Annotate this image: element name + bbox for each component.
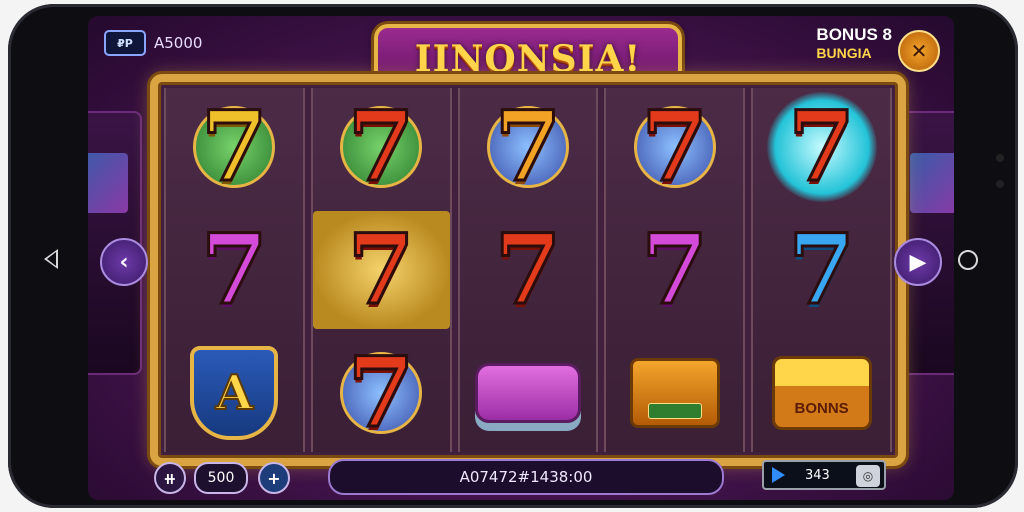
lucky-seven-symbol: 7 <box>493 213 563 326</box>
reel-cell <box>606 333 743 452</box>
side-sensor-dot <box>996 180 1004 188</box>
android-back-icon[interactable] <box>44 249 58 269</box>
lucky-seven-symbol: 7 <box>346 90 416 204</box>
lucky-seven-symbol: 7 <box>200 213 270 326</box>
reel-cell: BONNS <box>753 333 890 452</box>
side-sensor-dot <box>996 154 1004 162</box>
reel-5: 7 7 BONNS <box>751 88 892 452</box>
bonus-label: BONUS 8 BUNGIA <box>816 26 892 62</box>
wallet: ₽P A5000 <box>104 30 202 56</box>
bet-amount[interactable]: 500 <box>194 462 248 494</box>
letter-a-shield-symbol: A <box>190 345 279 440</box>
lucky-seven-symbol: 7 <box>787 213 857 326</box>
pillow-symbol <box>474 362 581 423</box>
reel-1: 77 A <box>164 88 305 452</box>
fruit-basket-symbol <box>629 357 720 428</box>
lucky-seven-symbol: 7 <box>346 213 416 326</box>
lucky-seven-symbol: 7 <box>346 335 416 449</box>
reel-cell: A <box>166 333 303 452</box>
plus-icon: + <box>267 468 281 488</box>
lucky-seven-symbol: 7 <box>640 90 710 204</box>
lucky-seven-symbol: 7 <box>200 90 270 204</box>
reel-cell: 7 <box>166 88 303 207</box>
crossed-tools-icon: ✕ <box>910 39 928 63</box>
reel-cell: 7 <box>460 88 597 207</box>
basket-label-decor <box>647 402 702 419</box>
prev-button[interactable]: ‹ <box>100 238 148 286</box>
reel-cell: 7 <box>606 211 743 330</box>
reel-frame: 7 7 A 7 7 7 7 7 7 7 7 7 BONNS <box>150 74 906 466</box>
bonus-line-2: BUNGIA <box>816 45 872 61</box>
reel-3: 77 <box>457 88 599 452</box>
sound-toggle-icon[interactable]: ◎ <box>856 465 880 487</box>
reel-cell: 7 <box>166 211 303 330</box>
reel-4: 77 <box>604 88 746 452</box>
lucky-seven-symbol: 7 <box>640 213 710 326</box>
next-button[interactable]: ▶ <box>894 238 942 286</box>
bonus-line-1: BONUS 8 <box>816 25 892 44</box>
reel-cell <box>460 333 597 452</box>
bet-settings-icon: ⧺ <box>163 468 177 488</box>
play-right-icon: ▶ <box>909 249 927 275</box>
reel-cell: 7 <box>753 211 890 330</box>
chevron-left-icon: ‹ <box>119 249 129 275</box>
lucky-seven-symbol: 7 <box>787 90 857 204</box>
reel-cell: 7 <box>312 210 450 330</box>
wallet-balance: A5000 <box>154 34 203 52</box>
reel-cell: 7 <box>313 88 450 207</box>
reel-cell: 7 <box>606 88 743 207</box>
game-screen: ₽P A5000 IINONSIA! BONUS 8 BUNGIA ✕ 77A7… <box>88 16 954 500</box>
reel-cell: 7 <box>460 211 597 330</box>
reels: 7 7 A 7 7 7 7 7 7 7 7 7 BONNS <box>164 88 892 452</box>
bonus-chest-symbol: BONNS <box>771 355 872 430</box>
reel-cell: 7 <box>313 333 450 452</box>
lucky-seven-symbol: 7 <box>493 90 563 204</box>
reel-2: 777 <box>310 88 452 452</box>
phone-frame: ₽P A5000 IINONSIA! BONUS 8 BUNGIA ✕ 77A7… <box>8 4 1018 508</box>
settings-button[interactable]: ✕ <box>898 30 940 72</box>
bet-increase-button[interactable]: + <box>258 462 290 494</box>
bottom-bar: ⧺ 500 + A07472#1438:00 343 ◎ <box>88 452 954 500</box>
win-display: A07472#1438:00 <box>328 459 724 495</box>
reel-cell: 7 <box>753 88 890 207</box>
wallet-icon[interactable]: ₽P <box>104 30 146 56</box>
android-home-icon[interactable] <box>958 250 978 270</box>
spin-count: 343 <box>805 467 830 483</box>
bet-settings-button[interactable]: ⧺ <box>154 462 186 494</box>
play-icon <box>772 467 785 483</box>
